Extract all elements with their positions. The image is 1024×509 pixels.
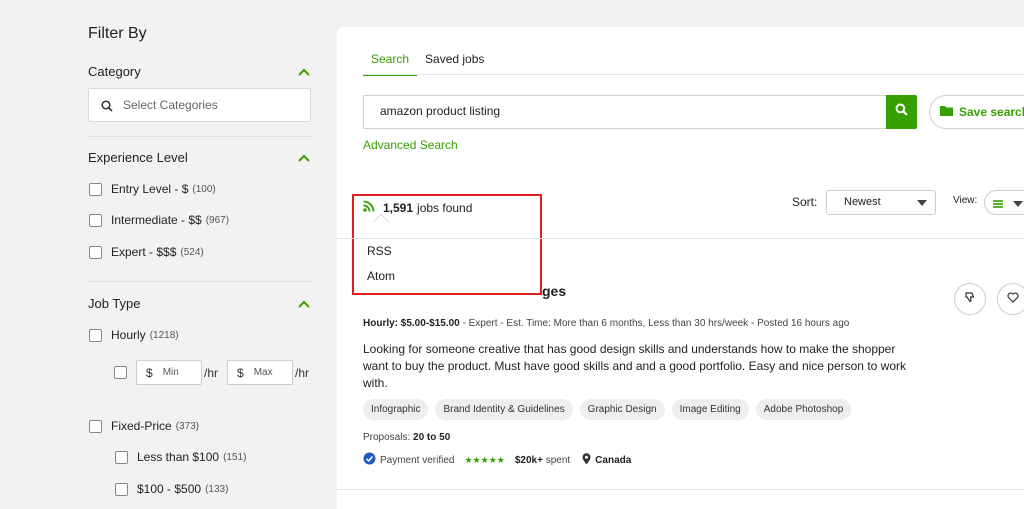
- thumbs-down-icon: [964, 290, 976, 308]
- chevron-up-icon[interactable]: [297, 67, 311, 77]
- checkbox[interactable]: [89, 182, 102, 196]
- experience-entry-option[interactable]: Entry Level - $ (100): [89, 182, 216, 196]
- feed-menu-item-atom[interactable]: Atom: [367, 269, 395, 283]
- tab-search[interactable]: Search: [363, 52, 418, 76]
- tab-bar: Search Saved jobs: [363, 52, 492, 76]
- client-location: Canada: [595, 454, 632, 466]
- skill-tag[interactable]: Image Editing: [671, 399, 749, 420]
- tab-saved-jobs[interactable]: Saved jobs: [417, 52, 492, 76]
- job-description: Looking for someone creative that has go…: [363, 342, 906, 390]
- search-icon: [895, 103, 908, 121]
- checkbox[interactable]: [114, 366, 127, 379]
- save-search-button[interactable]: Save search: [929, 95, 1024, 129]
- max-rate-input[interactable]: $ Max: [227, 360, 294, 385]
- fixed-100-500-option[interactable]: $100 - $500 (133): [115, 482, 228, 496]
- feed-dropdown-menu: RSS Atom: [353, 213, 528, 298]
- experience-level-title: Experience Level: [88, 150, 188, 165]
- sort-label: Sort:: [792, 195, 818, 209]
- category-title: Category: [88, 64, 141, 79]
- checkbox[interactable]: [115, 482, 128, 496]
- rss-icon[interactable]: [363, 200, 375, 215]
- list-view-icon: [991, 197, 1005, 209]
- job-search-box[interactable]: [363, 95, 887, 129]
- view-select[interactable]: [984, 190, 1024, 215]
- divider: [337, 238, 1024, 239]
- dropdown-caret: [372, 213, 390, 231]
- job-type-title: Job Type: [88, 296, 141, 311]
- folder-icon: [940, 105, 953, 119]
- experience-intermediate-option[interactable]: Intermediate - $$ (967): [89, 213, 229, 227]
- chevron-up-icon[interactable]: [297, 153, 311, 163]
- skill-tag[interactable]: Adobe Photoshop: [755, 399, 852, 420]
- verified-badge-icon: [363, 452, 376, 468]
- divider: [363, 74, 1024, 75]
- chevron-up-icon[interactable]: [297, 299, 311, 309]
- advanced-search-link[interactable]: Advanced Search: [363, 138, 458, 152]
- checkbox[interactable]: [89, 328, 102, 342]
- view-label: View:: [953, 195, 978, 206]
- job-title[interactable]: ges: [542, 283, 566, 299]
- skill-tag[interactable]: Brand Identity & Guidelines: [435, 399, 573, 420]
- search-button[interactable]: [886, 95, 917, 129]
- hourly-rate-range: $ Min /hr $ Max /hr: [114, 360, 318, 385]
- checkbox[interactable]: [89, 213, 102, 227]
- rating-stars-icon: ★★★★★: [464, 454, 505, 465]
- divider: [88, 281, 312, 282]
- job-meta: Hourly: $5.00-$15.00 - Expert - Est. Tim…: [363, 318, 850, 329]
- job-type-fixed-option[interactable]: Fixed-Price (373): [89, 419, 199, 433]
- location-pin-icon: [582, 452, 591, 468]
- search-icon: [101, 99, 113, 117]
- checkbox[interactable]: [89, 419, 102, 433]
- job-type-hourly-option[interactable]: Hourly (1218): [89, 328, 179, 342]
- skill-tag[interactable]: Infographic: [363, 399, 429, 420]
- fixed-less-100-option[interactable]: Less than $100 (151): [115, 450, 246, 464]
- caret-down-icon: [1013, 201, 1023, 207]
- skill-tag[interactable]: Graphic Design: [579, 399, 665, 420]
- min-rate-input[interactable]: $ Min: [136, 360, 202, 385]
- client-info: Payment verified ★★★★★ $20k+ spent Canad…: [363, 452, 631, 468]
- save-job-button[interactable]: [997, 283, 1024, 315]
- caret-down-icon: [917, 200, 927, 206]
- dislike-button[interactable]: [954, 283, 986, 315]
- search-results-panel: Search Saved jobs Save search Advanced S…: [337, 27, 1024, 509]
- skills-list: Infographic Brand Identity & Guidelines …: [363, 399, 858, 420]
- checkbox[interactable]: [89, 245, 102, 259]
- heart-icon: [1007, 290, 1019, 308]
- proposals-count: Proposals: 20 to 50: [363, 432, 451, 443]
- divider: [337, 489, 1024, 490]
- divider: [88, 136, 312, 137]
- experience-expert-option[interactable]: Expert - $$$ (524): [89, 245, 204, 259]
- filter-sidebar: Filter By Category Experience Level Entr…: [0, 0, 330, 509]
- category-search[interactable]: [88, 88, 311, 122]
- filter-title: Filter By: [88, 25, 147, 42]
- feed-menu-item-rss[interactable]: RSS: [367, 244, 392, 258]
- checkbox[interactable]: [115, 450, 128, 464]
- sort-select[interactable]: Newest: [826, 190, 936, 215]
- payment-verified: Payment verified: [380, 454, 455, 466]
- category-search-input[interactable]: [123, 96, 303, 114]
- jobs-found-count[interactable]: 1,591 jobs found: [363, 200, 472, 215]
- job-search-input[interactable]: [380, 104, 860, 118]
